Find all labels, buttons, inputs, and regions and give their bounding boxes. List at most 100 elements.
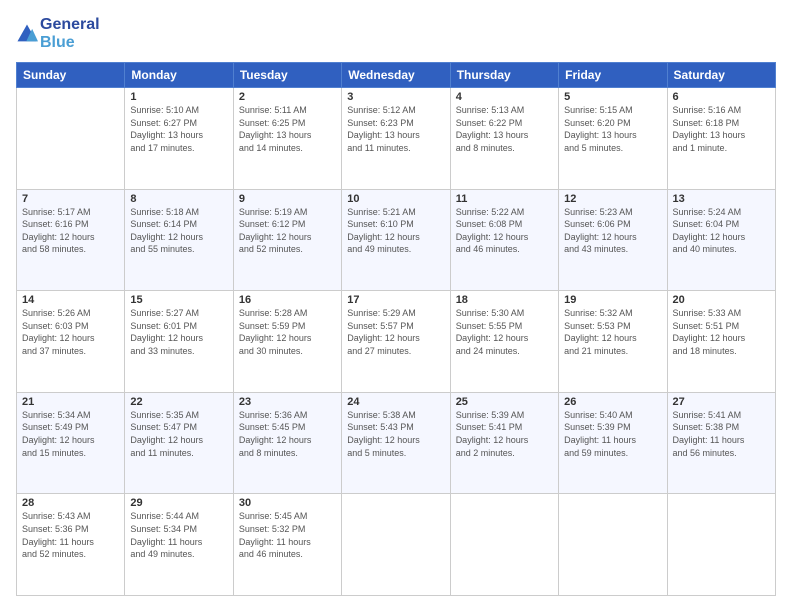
calendar-cell: 16Sunrise: 5:28 AM Sunset: 5:59 PM Dayli…	[233, 291, 341, 393]
day-info: Sunrise: 5:33 AM Sunset: 5:51 PM Dayligh…	[673, 307, 770, 357]
day-number: 26	[564, 396, 661, 408]
calendar-cell: 3Sunrise: 5:12 AM Sunset: 6:23 PM Daylig…	[342, 88, 450, 190]
day-info: Sunrise: 5:35 AM Sunset: 5:47 PM Dayligh…	[130, 409, 227, 459]
day-number: 16	[239, 294, 336, 306]
day-info: Sunrise: 5:30 AM Sunset: 5:55 PM Dayligh…	[456, 307, 553, 357]
day-info: Sunrise: 5:40 AM Sunset: 5:39 PM Dayligh…	[564, 409, 661, 459]
calendar-cell: 29Sunrise: 5:44 AM Sunset: 5:34 PM Dayli…	[125, 494, 233, 596]
day-number: 5	[564, 91, 661, 103]
weekday-header-thursday: Thursday	[450, 63, 558, 88]
day-info: Sunrise: 5:23 AM Sunset: 6:06 PM Dayligh…	[564, 206, 661, 256]
calendar-cell: 14Sunrise: 5:26 AM Sunset: 6:03 PM Dayli…	[17, 291, 125, 393]
day-info: Sunrise: 5:24 AM Sunset: 6:04 PM Dayligh…	[673, 206, 770, 256]
calendar-cell: 26Sunrise: 5:40 AM Sunset: 5:39 PM Dayli…	[559, 392, 667, 494]
weekday-header-saturday: Saturday	[667, 63, 775, 88]
day-number: 29	[130, 497, 227, 509]
day-info: Sunrise: 5:11 AM Sunset: 6:25 PM Dayligh…	[239, 104, 336, 154]
header: General Blue	[16, 16, 776, 52]
day-info: Sunrise: 5:29 AM Sunset: 5:57 PM Dayligh…	[347, 307, 444, 357]
calendar-cell: 28Sunrise: 5:43 AM Sunset: 5:36 PM Dayli…	[17, 494, 125, 596]
day-number: 7	[22, 193, 119, 205]
day-number: 14	[22, 294, 119, 306]
calendar-cell: 9Sunrise: 5:19 AM Sunset: 6:12 PM Daylig…	[233, 189, 341, 291]
day-number: 8	[130, 193, 227, 205]
day-number: 21	[22, 396, 119, 408]
day-info: Sunrise: 5:36 AM Sunset: 5:45 PM Dayligh…	[239, 409, 336, 459]
day-number: 9	[239, 193, 336, 205]
week-row-1: 1Sunrise: 5:10 AM Sunset: 6:27 PM Daylig…	[17, 88, 776, 190]
calendar-cell	[667, 494, 775, 596]
day-number: 10	[347, 193, 444, 205]
day-info: Sunrise: 5:17 AM Sunset: 6:16 PM Dayligh…	[22, 206, 119, 256]
weekday-header-sunday: Sunday	[17, 63, 125, 88]
day-number: 12	[564, 193, 661, 205]
day-info: Sunrise: 5:18 AM Sunset: 6:14 PM Dayligh…	[130, 206, 227, 256]
day-info: Sunrise: 5:22 AM Sunset: 6:08 PM Dayligh…	[456, 206, 553, 256]
day-info: Sunrise: 5:26 AM Sunset: 6:03 PM Dayligh…	[22, 307, 119, 357]
week-row-3: 14Sunrise: 5:26 AM Sunset: 6:03 PM Dayli…	[17, 291, 776, 393]
weekday-header-friday: Friday	[559, 63, 667, 88]
calendar-cell: 10Sunrise: 5:21 AM Sunset: 6:10 PM Dayli…	[342, 189, 450, 291]
calendar-cell: 4Sunrise: 5:13 AM Sunset: 6:22 PM Daylig…	[450, 88, 558, 190]
day-number: 24	[347, 396, 444, 408]
day-number: 18	[456, 294, 553, 306]
calendar-cell: 21Sunrise: 5:34 AM Sunset: 5:49 PM Dayli…	[17, 392, 125, 494]
day-number: 13	[673, 193, 770, 205]
calendar-cell: 5Sunrise: 5:15 AM Sunset: 6:20 PM Daylig…	[559, 88, 667, 190]
day-info: Sunrise: 5:38 AM Sunset: 5:43 PM Dayligh…	[347, 409, 444, 459]
weekday-header-monday: Monday	[125, 63, 233, 88]
week-row-2: 7Sunrise: 5:17 AM Sunset: 6:16 PM Daylig…	[17, 189, 776, 291]
day-number: 22	[130, 396, 227, 408]
day-number: 19	[564, 294, 661, 306]
day-info: Sunrise: 5:43 AM Sunset: 5:36 PM Dayligh…	[22, 510, 119, 560]
calendar-cell: 24Sunrise: 5:38 AM Sunset: 5:43 PM Dayli…	[342, 392, 450, 494]
day-number: 23	[239, 396, 336, 408]
day-number: 28	[22, 497, 119, 509]
weekday-header-row: SundayMondayTuesdayWednesdayThursdayFrid…	[17, 63, 776, 88]
calendar-cell: 17Sunrise: 5:29 AM Sunset: 5:57 PM Dayli…	[342, 291, 450, 393]
day-info: Sunrise: 5:12 AM Sunset: 6:23 PM Dayligh…	[347, 104, 444, 154]
day-number: 30	[239, 497, 336, 509]
day-info: Sunrise: 5:41 AM Sunset: 5:38 PM Dayligh…	[673, 409, 770, 459]
calendar-cell: 6Sunrise: 5:16 AM Sunset: 6:18 PM Daylig…	[667, 88, 775, 190]
day-number: 11	[456, 193, 553, 205]
calendar-cell: 30Sunrise: 5:45 AM Sunset: 5:32 PM Dayli…	[233, 494, 341, 596]
calendar-cell: 11Sunrise: 5:22 AM Sunset: 6:08 PM Dayli…	[450, 189, 558, 291]
weekday-header-wednesday: Wednesday	[342, 63, 450, 88]
day-info: Sunrise: 5:10 AM Sunset: 6:27 PM Dayligh…	[130, 104, 227, 154]
day-number: 15	[130, 294, 227, 306]
calendar-cell: 18Sunrise: 5:30 AM Sunset: 5:55 PM Dayli…	[450, 291, 558, 393]
day-number: 4	[456, 91, 553, 103]
day-info: Sunrise: 5:28 AM Sunset: 5:59 PM Dayligh…	[239, 307, 336, 357]
logo-icon	[16, 23, 38, 45]
calendar-cell	[342, 494, 450, 596]
calendar-cell: 13Sunrise: 5:24 AM Sunset: 6:04 PM Dayli…	[667, 189, 775, 291]
day-number: 17	[347, 294, 444, 306]
calendar-table: SundayMondayTuesdayWednesdayThursdayFrid…	[16, 62, 776, 596]
day-info: Sunrise: 5:44 AM Sunset: 5:34 PM Dayligh…	[130, 510, 227, 560]
calendar-cell: 19Sunrise: 5:32 AM Sunset: 5:53 PM Dayli…	[559, 291, 667, 393]
day-info: Sunrise: 5:16 AM Sunset: 6:18 PM Dayligh…	[673, 104, 770, 154]
day-number: 2	[239, 91, 336, 103]
calendar-cell	[17, 88, 125, 190]
day-info: Sunrise: 5:39 AM Sunset: 5:41 PM Dayligh…	[456, 409, 553, 459]
day-info: Sunrise: 5:21 AM Sunset: 6:10 PM Dayligh…	[347, 206, 444, 256]
day-info: Sunrise: 5:19 AM Sunset: 6:12 PM Dayligh…	[239, 206, 336, 256]
day-number: 25	[456, 396, 553, 408]
calendar-cell: 7Sunrise: 5:17 AM Sunset: 6:16 PM Daylig…	[17, 189, 125, 291]
day-info: Sunrise: 5:34 AM Sunset: 5:49 PM Dayligh…	[22, 409, 119, 459]
calendar-cell: 2Sunrise: 5:11 AM Sunset: 6:25 PM Daylig…	[233, 88, 341, 190]
day-info: Sunrise: 5:32 AM Sunset: 5:53 PM Dayligh…	[564, 307, 661, 357]
logo-text: General Blue	[40, 16, 100, 52]
calendar-cell: 27Sunrise: 5:41 AM Sunset: 5:38 PM Dayli…	[667, 392, 775, 494]
day-number: 27	[673, 396, 770, 408]
calendar-cell: 20Sunrise: 5:33 AM Sunset: 5:51 PM Dayli…	[667, 291, 775, 393]
calendar-cell: 8Sunrise: 5:18 AM Sunset: 6:14 PM Daylig…	[125, 189, 233, 291]
day-info: Sunrise: 5:45 AM Sunset: 5:32 PM Dayligh…	[239, 510, 336, 560]
day-info: Sunrise: 5:13 AM Sunset: 6:22 PM Dayligh…	[456, 104, 553, 154]
calendar-cell	[450, 494, 558, 596]
calendar-cell: 25Sunrise: 5:39 AM Sunset: 5:41 PM Dayli…	[450, 392, 558, 494]
calendar-cell: 12Sunrise: 5:23 AM Sunset: 6:06 PM Dayli…	[559, 189, 667, 291]
calendar-cell: 15Sunrise: 5:27 AM Sunset: 6:01 PM Dayli…	[125, 291, 233, 393]
day-number: 1	[130, 91, 227, 103]
